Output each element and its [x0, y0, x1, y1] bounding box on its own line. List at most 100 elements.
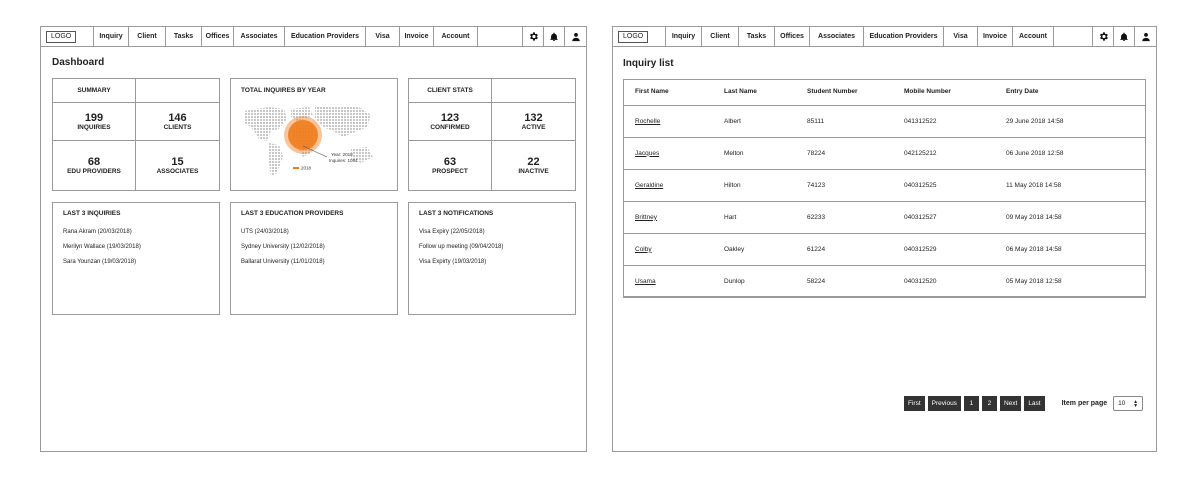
first-name-cell: Jacques: [623, 137, 724, 170]
user-icon[interactable]: [1135, 27, 1156, 46]
list-item[interactable]: UTS (24/03/2018): [241, 225, 325, 240]
first-name-cell: Rochelle: [623, 105, 724, 138]
last-inquiries-panel: LAST 3 INQUIRIES Rana Akram (20/03/2018)…: [52, 202, 220, 315]
first-name-link[interactable]: Brittney: [635, 214, 657, 221]
legend-label: 2018: [301, 166, 312, 171]
table-row: Rochelle Albert 85111 041312522 29 June …: [623, 105, 1146, 138]
map-bubble[interactable]: [288, 120, 318, 150]
list-item[interactable]: Ballarat University (11/01/2018): [241, 255, 325, 270]
column-header[interactable]: Last Name: [724, 79, 807, 106]
items-per-page-select[interactable]: 10 ▲ ▼: [1113, 396, 1144, 411]
list-item[interactable]: Rana Akram (20/03/2018): [63, 225, 141, 240]
nav-invoice[interactable]: Invoice: [400, 27, 434, 46]
entry-date-cell: 06 June 2018 12:58: [1006, 137, 1146, 170]
last-providers-list: UTS (24/03/2018) Sydney University (12/0…: [241, 225, 325, 270]
summary-empty-cell: [136, 79, 219, 103]
gear-icon[interactable]: [523, 27, 544, 46]
nav-inquiry[interactable]: Inquiry: [666, 27, 702, 46]
top-nav: LOGO Inquiry Client Tasks Offices Associ…: [41, 27, 586, 47]
bell-icon[interactable]: [1114, 27, 1135, 46]
student-number-cell: 58224: [807, 265, 904, 298]
nav-account[interactable]: Account: [434, 27, 478, 46]
table-row: Brittney Hart 62233 040312527 09 May 201…: [623, 201, 1146, 234]
previous-page-button[interactable]: Previous: [927, 396, 961, 411]
nav-tasks[interactable]: Tasks: [166, 27, 202, 46]
items-per-page-value: 10: [1118, 400, 1126, 407]
next-page-button[interactable]: Next: [999, 396, 1022, 411]
entry-date-cell: 05 May 2018 12:58: [1006, 265, 1146, 298]
summary-grid: SUMMARY 199 INQUIRIES 146 CLIENTS 68 EDU PR…: [53, 79, 219, 190]
logo[interactable]: LOGO: [46, 30, 77, 43]
nav-offices[interactable]: Offices: [775, 27, 810, 46]
first-name-link[interactable]: Rochelle: [635, 118, 660, 125]
table-row: Geraldine Hilton 74123 040312525 11 May …: [623, 169, 1146, 202]
nav-visa[interactable]: Visa: [366, 27, 400, 46]
page-2-button[interactable]: 2: [981, 396, 997, 411]
mobile-number-cell: 040312520: [904, 265, 1006, 298]
legend-swatch: [293, 167, 299, 169]
stat-value: 68: [87, 156, 101, 168]
mobile-number-cell: 040312525: [904, 169, 1006, 202]
nav-education-providers[interactable]: Education Providers: [285, 27, 366, 46]
table-header-row: First Name Last Name Student Number Mobi…: [623, 79, 1146, 106]
list-item[interactable]: Merilyn Wallace (19/03/2018): [63, 240, 141, 255]
column-header[interactable]: First Name: [623, 79, 724, 106]
mobile-number-cell: 042125212: [904, 137, 1006, 170]
last-inquiries-list: Rana Akram (20/03/2018) Merilyn Wallace …: [63, 225, 141, 270]
entry-date-cell: 06 May 2018 14:58: [1006, 233, 1146, 266]
column-header[interactable]: Entry Date: [1006, 79, 1146, 106]
table-row: Colby Oakley 61224 040312529 06 May 2018…: [623, 233, 1146, 266]
inquiry-table: First Name Last Name Student Number Mobi…: [623, 79, 1146, 298]
stat-label: ASSOCIATES: [156, 168, 199, 175]
client-stats-grid: CLIENT STATS 123 CONFIRMED 132 ACTIVE 63 PR…: [409, 79, 575, 190]
page-1-button[interactable]: 1: [963, 396, 979, 411]
nav-account[interactable]: Account: [1013, 27, 1054, 46]
stat-confirmed: 123 CONFIRMED: [409, 103, 492, 141]
tooltip-value: Inquires: 1084: [329, 158, 358, 163]
stat-edu-providers: 68 EDU PROVIDERS: [53, 141, 136, 190]
stat-value: 63: [443, 156, 457, 168]
list-item[interactable]: Sydney University (12/02/2018): [241, 240, 325, 255]
first-name-link[interactable]: Usama: [635, 278, 656, 285]
bell-icon[interactable]: [544, 27, 565, 46]
tooltip-year: Year: 2018: [331, 152, 353, 157]
nav-associates[interactable]: Associates: [234, 27, 285, 46]
list-item[interactable]: Visa Expirty (19/03/2018): [419, 255, 503, 270]
nav-invoice[interactable]: Invoice: [978, 27, 1013, 46]
first-page-button[interactable]: First: [904, 396, 925, 411]
logo[interactable]: LOGO: [618, 30, 649, 43]
student-number-cell: 62233: [807, 201, 904, 234]
nav-client[interactable]: Client: [129, 27, 166, 46]
nav-education-providers[interactable]: Education Providers: [864, 27, 944, 46]
column-header[interactable]: Mobile Number: [904, 79, 1006, 106]
gear-icon[interactable]: [1093, 27, 1114, 46]
stat-label: EDU PROVIDERS: [67, 168, 121, 175]
nav-associates[interactable]: Associates: [810, 27, 864, 46]
world-map[interactable]: Year: 2018 Inquires: 1084 2018: [239, 101, 389, 181]
stat-associates: 15 ASSOCIATES: [136, 141, 219, 190]
first-name-link[interactable]: Colby: [635, 246, 652, 253]
student-number-cell: 74123: [807, 169, 904, 202]
first-name-link[interactable]: Geraldine: [635, 182, 663, 189]
nav-offices[interactable]: Offices: [202, 27, 234, 46]
pagination: First Previous 1 2 Next Last Item per pa…: [904, 396, 1144, 411]
student-number-cell: 78224: [807, 137, 904, 170]
client-stats-heading-cell: CLIENT STATS: [409, 79, 492, 103]
summary-panel: SUMMARY 199 INQUIRIES 146 CLIENTS 68 EDU PR…: [52, 78, 220, 191]
last-page-button[interactable]: Last: [1024, 396, 1045, 411]
items-per-page-label: Item per page: [1061, 400, 1108, 407]
nav-tasks[interactable]: Tasks: [739, 27, 775, 46]
list-item[interactable]: Sara Younzan (19/03/2018): [63, 255, 141, 270]
inquiries-map-panel: TOTAL INQUIRES BY YEAR Year: 2018 Inquir…: [230, 78, 398, 191]
nav-spacer: [478, 27, 523, 46]
nav-client[interactable]: Client: [702, 27, 739, 46]
nav-inquiry[interactable]: Inquiry: [94, 27, 129, 46]
first-name-cell: Brittney: [623, 201, 724, 234]
nav-visa[interactable]: Visa: [944, 27, 978, 46]
column-header[interactable]: Student Number: [807, 79, 904, 106]
list-item[interactable]: Visa Expiry (22/05/2018): [419, 225, 503, 240]
first-name-link[interactable]: Jacques: [635, 150, 659, 157]
user-icon[interactable]: [565, 27, 586, 46]
list-item[interactable]: Follow up meeting (09/04/2018): [419, 240, 503, 255]
last-notifications-title: LAST 3 NOTIFICATIONS: [419, 210, 494, 217]
